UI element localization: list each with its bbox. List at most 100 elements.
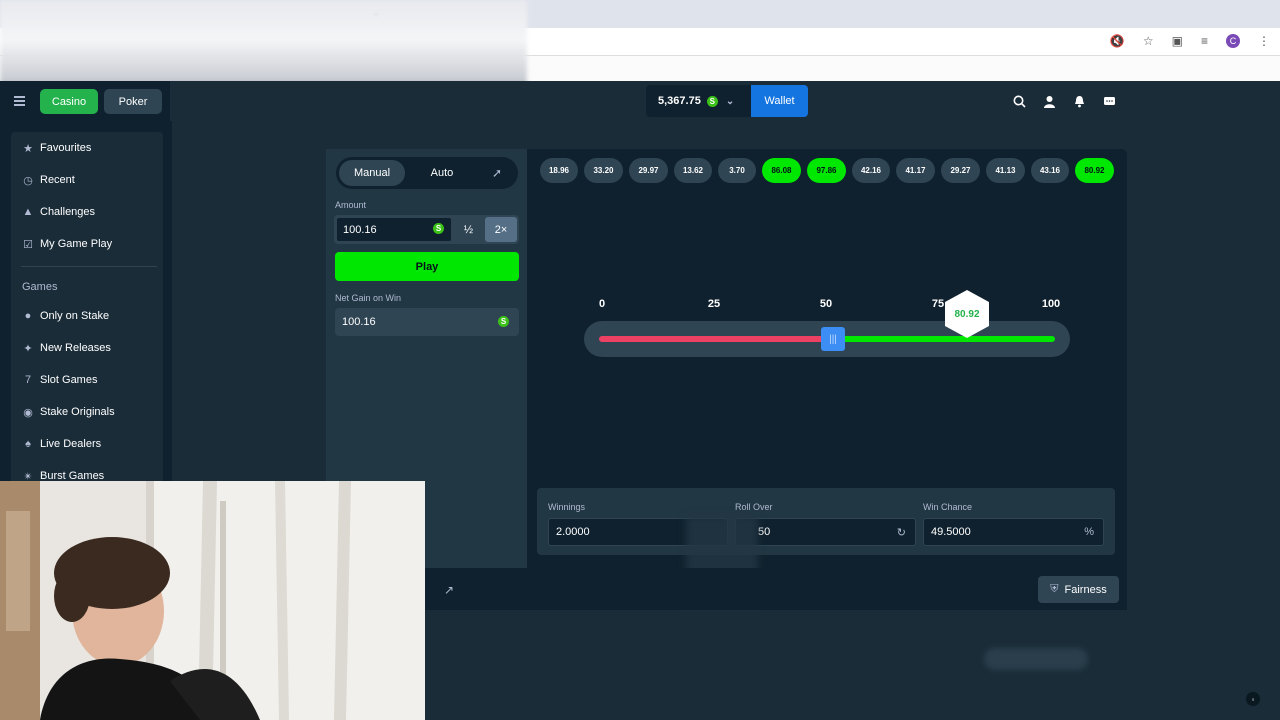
tab-manual[interactable]: Manual	[339, 160, 405, 186]
mute-icon[interactable]: 🔇	[1110, 34, 1125, 48]
menu-icon[interactable]	[14, 94, 25, 108]
result-chip[interactable]: 80.92	[1075, 158, 1114, 183]
result-chip[interactable]: 86.08	[762, 158, 801, 183]
header-icons	[1011, 93, 1117, 109]
chevron-down-icon: ⌄	[725, 95, 735, 107]
notification-icon[interactable]	[1071, 93, 1087, 109]
roll-over-input[interactable]: 50 ↻	[735, 518, 916, 546]
dealer-icon: ♠	[25, 438, 31, 450]
wallet-button[interactable]: Wallet	[751, 85, 808, 117]
slider-lose-range	[599, 336, 833, 342]
result-chip[interactable]: 41.17	[896, 158, 935, 183]
roll-result-value: 80.92	[954, 308, 980, 320]
result-chip[interactable]: 33.20	[584, 158, 623, 183]
expand-icon[interactable]: ↗	[444, 583, 454, 597]
swap-icon[interactable]: ↻	[897, 526, 906, 539]
result-chip[interactable]: 42.16	[852, 158, 890, 183]
game-footer	[424, 568, 1127, 610]
sidebar-item-favourites[interactable]: ★ Favourites	[22, 138, 91, 158]
stake-icon: ●	[24, 310, 32, 322]
result-chip[interactable]: 3.70	[718, 158, 756, 183]
double-bet-button[interactable]: 2×	[485, 217, 517, 242]
sidebar-item-label: Recent	[40, 174, 75, 186]
sidebar-item-label: Stake Originals	[40, 406, 115, 418]
slider-scale: 0 25 50 75 100	[590, 298, 1070, 312]
slider-tick-label: 100	[1041, 298, 1061, 310]
win-chance-label: Win Chance	[923, 502, 973, 512]
browser-toolbar-icons: 🔇 ☆ ▣ ≡ C ⋮	[1110, 34, 1270, 48]
sidebar-item-live-dealers[interactable]: ♠ Live Dealers	[22, 434, 101, 454]
net-gain-value: 100.16	[342, 316, 376, 328]
sidebar-item-challenges[interactable]: ▲ Challenges	[22, 202, 96, 222]
roll-over-label: Roll Over	[735, 502, 773, 512]
balance-amount: 5,367.75	[658, 95, 701, 107]
chat-icon[interactable]	[1101, 93, 1117, 109]
sidebar-item-only-on-stake[interactable]: ● Only on Stake	[22, 306, 109, 326]
star-icon: ★	[23, 142, 33, 155]
sidebar-item-slot-games[interactable]: 7 Slot Games	[22, 370, 98, 390]
net-gain-label: Net Gain on Win	[335, 293, 402, 303]
challenge-icon: ▲	[22, 206, 34, 218]
sidebar-item-label: Slot Games	[40, 374, 98, 386]
sidebar-item-label: Favourites	[40, 142, 92, 154]
checkbox-icon: ☑	[23, 238, 33, 251]
slider-tick-label: 75	[931, 298, 945, 310]
winnings-value: 2.0000	[556, 526, 590, 538]
roll-result-marker: 80.92	[944, 289, 990, 339]
slot-icon: 7	[24, 374, 32, 386]
cast-icon[interactable]: ▣	[1172, 34, 1183, 48]
currency-icon: S	[706, 95, 718, 107]
flame-icon: ◉	[23, 406, 33, 419]
result-chip[interactable]: 29.97	[629, 158, 668, 183]
games-heading: Games	[22, 281, 58, 293]
live-chat-icon[interactable]: ◦	[1246, 692, 1260, 706]
shield-icon: ⛨	[1050, 583, 1059, 595]
result-chip[interactable]: 29.27	[941, 158, 980, 183]
user-icon[interactable]	[1041, 93, 1057, 109]
sidebar-panel: ★ Favourites ◷ Recent ▲ Challenges ☑ My …	[11, 132, 163, 492]
poker-button[interactable]: Poker	[104, 89, 162, 114]
result-chip[interactable]: 18.96	[540, 158, 578, 183]
browser-menu-icon[interactable]: ⋮	[1258, 34, 1270, 48]
media-icon[interactable]: ≡	[1201, 34, 1208, 48]
clock-icon: ◷	[23, 174, 33, 187]
result-chip[interactable]: 13.62	[674, 158, 712, 183]
win-chance-input[interactable]: 49.5000 %	[923, 518, 1104, 546]
result-chip[interactable]: 41.13	[986, 158, 1025, 183]
site-header: Casino Poker 5,367.75 S ⌄ Wallet	[0, 81, 1280, 121]
sidebar-item-stake-originals[interactable]: ◉ Stake Originals	[22, 402, 115, 422]
advanced-bet-icon[interactable]: ➚	[488, 164, 506, 182]
slider-handle[interactable]: |||	[821, 327, 845, 351]
previous-results: 18.96 33.20 29.97 13.62 3.70 86.08 97.86 42.16 4…	[540, 158, 1114, 183]
half-bet-button[interactable]: ½	[454, 217, 483, 242]
play-button[interactable]: Play	[335, 252, 519, 281]
search-icon[interactable]	[1011, 93, 1027, 109]
slider-tick-label: 50	[819, 298, 833, 310]
sidebar-item-label: Only on Stake	[40, 310, 110, 322]
currency-icon: S	[498, 316, 509, 327]
sidebar-item-label: Live Dealers	[40, 438, 102, 450]
bookmark-star-icon[interactable]: ☆	[1143, 34, 1154, 48]
net-gain-field: 100.16 S	[335, 308, 519, 336]
profile-avatar[interactable]: C	[1226, 34, 1240, 48]
sidebar-divider	[21, 266, 157, 267]
win-chance-value: 49.5000	[931, 526, 971, 538]
sidebar-item-my-game-play[interactable]: ☑ My Game Play	[22, 234, 112, 254]
casino-button[interactable]: Casino	[40, 89, 98, 114]
result-chip[interactable]: 97.86	[807, 158, 846, 183]
winnings-label: Winnings	[548, 502, 586, 512]
sidebar-item-label: My Game Play	[40, 238, 113, 250]
currency-icon: S	[433, 223, 444, 234]
sidebar: ★ Favourites ◷ Recent ▲ Challenges ☑ My …	[0, 121, 172, 492]
roll-over-value: 50	[758, 526, 771, 538]
blurred-button	[984, 648, 1088, 670]
balance-selector[interactable]: 5,367.75 S ⌄	[646, 85, 751, 117]
sidebar-item-recent[interactable]: ◷ Recent	[22, 170, 75, 190]
sidebar-item-new-releases[interactable]: ✦ New Releases	[22, 338, 111, 358]
fairness-label: Fairness	[1064, 583, 1107, 596]
fairness-button[interactable]: ⛨ Fairness	[1038, 576, 1119, 603]
webcam-overlay	[0, 481, 425, 720]
tab-auto[interactable]: Auto	[420, 160, 464, 186]
sparkle-icon: ✦	[23, 342, 33, 355]
result-chip[interactable]: 43.16	[1031, 158, 1069, 183]
